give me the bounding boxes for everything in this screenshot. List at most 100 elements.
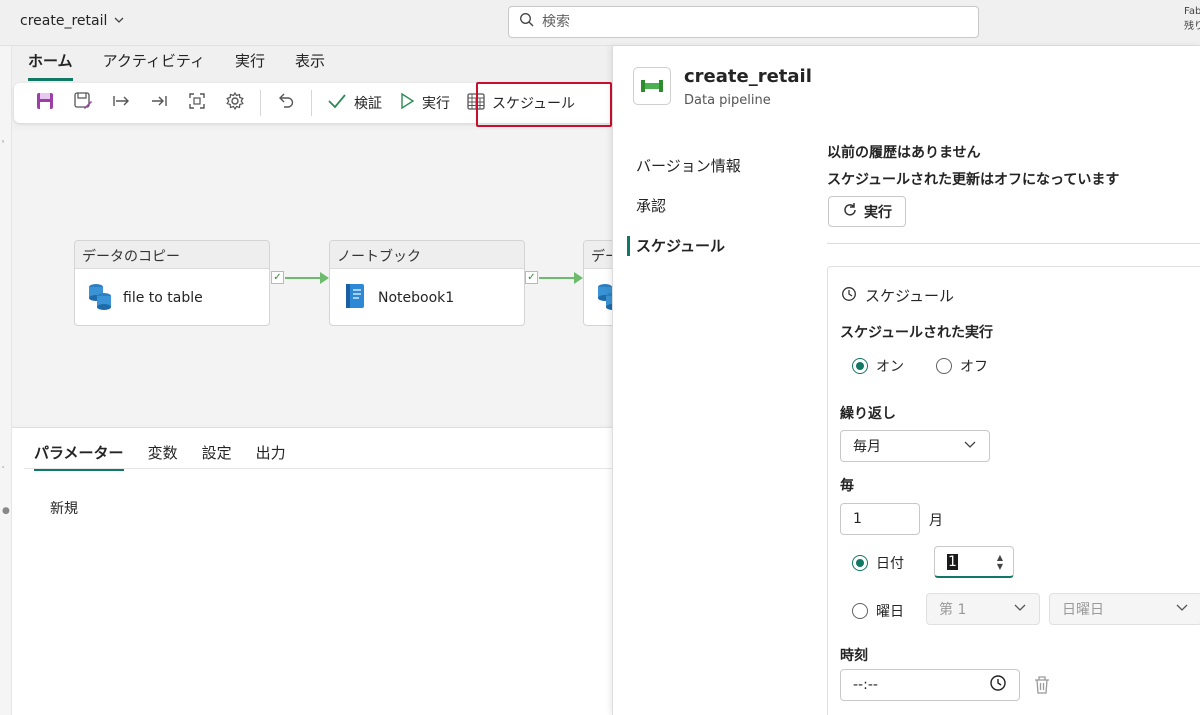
move-end-button[interactable] xyxy=(140,87,178,119)
week-ordinal-value: 第 1 xyxy=(939,602,967,618)
panel-title: create_retail xyxy=(684,66,812,87)
run-button[interactable]: 実行 xyxy=(390,87,458,119)
activity-notebook[interactable]: ノートブック Notebook1 xyxy=(329,240,525,326)
copy-data-icon xyxy=(87,281,113,315)
scan-icon xyxy=(187,91,207,115)
chevron-down-icon xyxy=(113,14,125,29)
nav-version-info[interactable]: バージョン情報 xyxy=(627,146,797,186)
panel-subtitle: Data pipeline xyxy=(684,93,771,108)
tab-output[interactable]: 出力 xyxy=(256,442,286,471)
weekday-select[interactable]: 日曜日 xyxy=(1049,593,1200,625)
every-interval-input[interactable]: 1 xyxy=(840,503,920,535)
rail-marker: ﾟ xyxy=(2,141,7,151)
tab-parameters[interactable]: パラメーター xyxy=(34,442,124,471)
radio-indicator xyxy=(852,603,868,619)
schedule-status-text: スケジュールされた更新はオフになっています xyxy=(827,172,1120,188)
activity-type: ノートブック xyxy=(330,241,524,269)
search-icon xyxy=(519,12,535,32)
workspace-name: create_retail xyxy=(20,13,108,29)
run-label: 実行 xyxy=(422,96,450,112)
off-label: オフ xyxy=(960,359,988,375)
save-icon xyxy=(35,91,55,115)
tab-settings[interactable]: 設定 xyxy=(202,442,232,471)
date-stepper[interactable]: 1 ▲ ▼ xyxy=(934,546,1014,578)
activity-copy-data[interactable]: データのコピー file to table xyxy=(74,240,270,326)
schedule-card-title: スケジュール xyxy=(865,287,954,305)
refresh-icon xyxy=(842,202,858,222)
schedule-card: スケジュール スケジュールされた実行 オン オフ 繰り返し 毎月 毎 1 月 日… xyxy=(827,266,1200,715)
activity-type: デー xyxy=(584,241,612,269)
week-ordinal-select[interactable]: 第 1 xyxy=(926,593,1040,625)
time-label: 時刻 xyxy=(840,648,868,664)
scheduled-run-off-radio[interactable]: オフ xyxy=(936,356,988,376)
success-check-icon[interactable]: ✓ xyxy=(525,271,538,284)
scheduled-run-label: スケジュールされた実行 xyxy=(840,325,994,341)
date-radio[interactable]: 日付 xyxy=(852,553,904,573)
refresh-run-button[interactable]: 実行 xyxy=(828,196,906,227)
activity-type: データのコピー xyxy=(75,241,269,269)
validate-label: 検証 xyxy=(354,96,382,112)
move-right-button[interactable] xyxy=(102,87,140,119)
chevron-down-icon xyxy=(963,437,977,455)
every-interval-value: 1 xyxy=(853,511,862,527)
move-right-icon xyxy=(111,91,131,115)
gear-icon xyxy=(225,91,245,115)
play-icon xyxy=(398,92,416,114)
save-as-button[interactable] xyxy=(64,87,102,119)
radio-indicator xyxy=(852,358,868,374)
activity-copy-data-2[interactable]: デー xyxy=(583,240,612,326)
weekday-value: 日曜日 xyxy=(1062,602,1104,618)
spin-arrows-icon[interactable]: ▲ ▼ xyxy=(997,553,1003,571)
checkmark-icon xyxy=(326,91,348,115)
properties-tabs: パラメーター 変数 設定 出力 xyxy=(34,442,286,471)
clock-icon xyxy=(989,674,1007,696)
section-divider xyxy=(827,243,1200,244)
tab-divider xyxy=(24,468,612,469)
move-end-icon xyxy=(149,91,169,115)
calendar-icon xyxy=(466,91,486,115)
weekday-radio[interactable]: 曜日 xyxy=(852,601,904,621)
nav-approval[interactable]: 承認 xyxy=(627,186,797,226)
undo-button[interactable] xyxy=(267,87,305,119)
date-label: 日付 xyxy=(876,556,904,572)
top-bar: create_retail Fab 残り xyxy=(0,0,1200,46)
trash-icon[interactable] xyxy=(1033,675,1051,699)
tab-variables[interactable]: 変数 xyxy=(148,442,178,471)
scheduled-run-on-radio[interactable]: オン xyxy=(852,356,904,376)
tab-view[interactable]: 表示 xyxy=(295,50,325,81)
no-history-text: 以前の履歴はありません xyxy=(827,145,981,161)
every-unit: 月 xyxy=(929,513,943,529)
scan-button[interactable] xyxy=(178,87,216,119)
toolbar-divider xyxy=(311,90,312,116)
repeat-select[interactable]: 毎月 xyxy=(840,430,990,462)
nav-schedule[interactable]: スケジュール xyxy=(627,226,797,266)
repeat-value: 毎月 xyxy=(853,439,881,455)
pipeline-canvas[interactable]: データのコピー file to table ✓ ノートブック Notebook1… xyxy=(12,130,612,425)
corner-text-line1: Fab xyxy=(1184,6,1200,17)
schedule-label: スケジュール xyxy=(492,96,576,112)
date-value: 1 xyxy=(947,553,958,570)
on-label: オン xyxy=(876,359,904,375)
time-value: --:-- xyxy=(853,677,878,693)
chevron-down-icon xyxy=(1013,600,1027,618)
tab-run[interactable]: 実行 xyxy=(235,50,265,81)
search-input[interactable] xyxy=(542,14,978,30)
time-input[interactable]: --:-- xyxy=(840,669,1020,701)
undo-icon xyxy=(276,91,296,115)
chevron-down-icon xyxy=(1175,600,1189,618)
save-as-icon xyxy=(73,91,93,115)
schedule-button[interactable]: スケジュール xyxy=(458,87,583,119)
tab-activities[interactable]: アクティビティ xyxy=(103,50,205,81)
save-button[interactable] xyxy=(26,87,64,119)
workspace-switcher[interactable]: create_retail xyxy=(20,13,125,29)
new-parameter-button[interactable]: 新規 xyxy=(50,498,78,518)
refresh-run-label: 実行 xyxy=(864,204,892,221)
success-check-icon[interactable]: ✓ xyxy=(271,271,284,284)
tab-home[interactable]: ホーム xyxy=(28,50,73,81)
activity-name: Notebook1 xyxy=(378,290,455,306)
clock-icon xyxy=(841,286,857,306)
activity-name: file to table xyxy=(123,290,203,306)
search-box[interactable] xyxy=(508,6,979,38)
validate-button[interactable]: 検証 xyxy=(318,87,390,119)
settings-button[interactable] xyxy=(216,87,254,119)
